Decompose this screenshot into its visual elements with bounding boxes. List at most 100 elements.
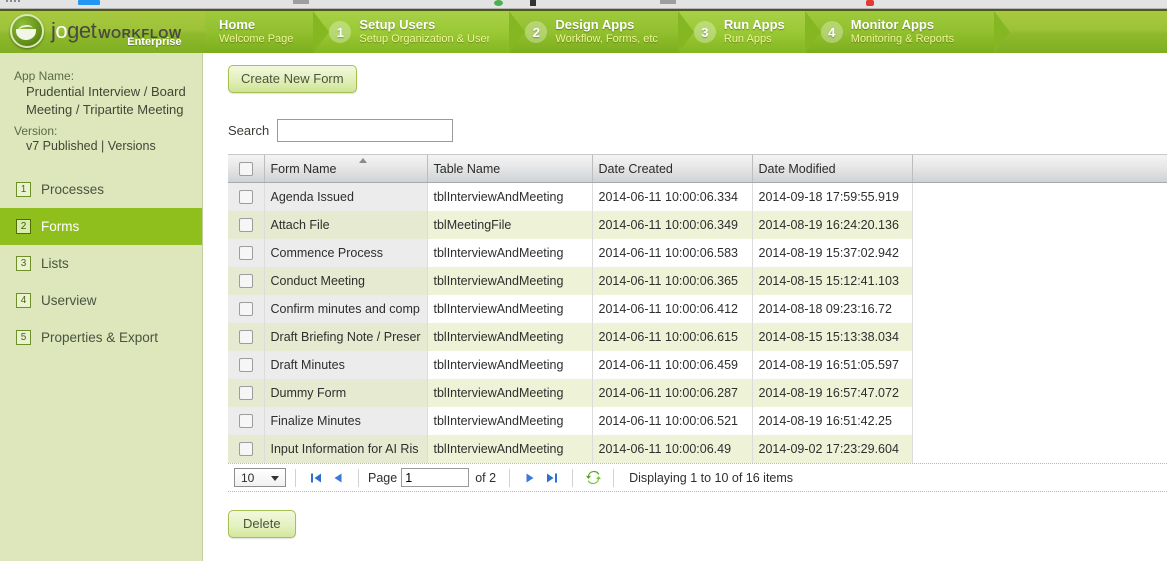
page-number-input[interactable] (401, 468, 469, 487)
table-row[interactable]: Finalize Minutes tblInterviewAndMeeting … (228, 407, 1167, 435)
cell-table-name: tblInterviewAndMeeting (427, 183, 592, 212)
row-select-cell[interactable] (228, 323, 264, 351)
row-select-cell[interactable] (228, 211, 264, 239)
cell-form-name[interactable]: Confirm minutes and comp (264, 295, 427, 323)
select-all-checkbox[interactable] (239, 162, 253, 176)
table-row[interactable]: Attach File tblMeetingFile 2014-06-11 10… (228, 211, 1167, 239)
cell-form-name[interactable]: Attach File (264, 211, 427, 239)
column-header-form-name[interactable]: Form Name (264, 155, 427, 183)
nav-step-run-apps[interactable]: 3 Run Apps Run Apps (680, 11, 805, 53)
cell-form-name[interactable]: Agenda Issued (264, 183, 427, 212)
table-row[interactable]: Commence Process tblInterviewAndMeeting … (228, 239, 1167, 267)
nav-step-monitor-apps[interactable]: 4 Monitor Apps Monitoring & Reports (807, 11, 994, 53)
row-checkbox[interactable] (239, 330, 253, 344)
nav-step-run-apps-sub: Run Apps (724, 33, 785, 46)
browser-green-icon[interactable] (494, 0, 503, 6)
sidebar-item-userview[interactable]: 4 Userview (0, 282, 202, 319)
row-checkbox[interactable] (239, 414, 253, 428)
app-root: jogetWORKFLOW Enterprise Home Welcome Pa… (0, 0, 1167, 561)
column-header-empty (912, 155, 1167, 183)
row-select-cell[interactable] (228, 183, 264, 212)
row-select-cell[interactable] (228, 379, 264, 407)
row-select-cell[interactable] (228, 407, 264, 435)
page-size-select[interactable]: 10 (234, 468, 286, 487)
select-all-header[interactable] (228, 155, 264, 183)
cell-form-name[interactable]: Finalize Minutes (264, 407, 427, 435)
cell-date-modified: 2014-08-19 16:51:05.597 (752, 351, 912, 379)
search-row: Search (228, 119, 1167, 142)
refresh-button[interactable] (584, 469, 602, 487)
previous-page-button[interactable] (329, 469, 347, 487)
row-checkbox[interactable] (239, 358, 253, 372)
row-select-cell[interactable] (228, 267, 264, 295)
create-new-form-button[interactable]: Create New Form (228, 65, 357, 93)
sidebar-item-lists[interactable]: 3 Lists (0, 245, 202, 282)
row-checkbox[interactable] (239, 302, 253, 316)
sidebar-item-processes[interactable]: 1 Processes (0, 171, 202, 208)
joget-logo[interactable]: jogetWORKFLOW Enterprise (0, 9, 205, 53)
table-row[interactable]: Input Information for AI Ris tblIntervie… (228, 435, 1167, 463)
nav-step-home-title: Home (219, 18, 293, 33)
browser-gray-icon[interactable] (293, 0, 309, 4)
delete-button[interactable]: Delete (228, 510, 296, 538)
row-checkbox[interactable] (239, 190, 253, 204)
page-size-value: 10 (241, 471, 254, 485)
column-header-form-name-label: Form Name (271, 162, 337, 176)
row-select-cell[interactable] (228, 239, 264, 267)
column-header-date-created[interactable]: Date Created (592, 155, 752, 183)
browser-tab-icon[interactable] (78, 0, 100, 5)
sort-ascending-icon (359, 158, 367, 163)
row-checkbox[interactable] (239, 386, 253, 400)
cell-form-name[interactable]: Commence Process (264, 239, 427, 267)
nav-step-setup-users[interactable]: 1 Setup Users Setup Organization & Users (315, 11, 509, 53)
sidebar-item-forms[interactable]: 2 Forms (0, 208, 202, 245)
table-row[interactable]: Agenda Issued tblInterviewAndMeeting 201… (228, 183, 1167, 212)
row-checkbox[interactable] (239, 442, 253, 456)
row-select-cell[interactable] (228, 295, 264, 323)
first-page-button[interactable] (307, 469, 325, 487)
forms-table-wrapper: Form Name Table Name Date Created Date M… (228, 154, 1167, 464)
cell-form-name[interactable]: Conduct Meeting (264, 267, 427, 295)
cell-empty (912, 211, 1167, 239)
nav-step-design-apps[interactable]: 2 Design Apps Workflow, Forms, etc (511, 11, 677, 53)
cell-date-created: 2014-06-11 10:00:06.365 (592, 267, 752, 295)
sidebar-item-userview-label: Userview (41, 293, 97, 308)
sidebar-item-lists-label: Lists (41, 256, 69, 271)
cell-form-name[interactable]: Dummy Form (264, 379, 427, 407)
cell-form-name[interactable]: Draft Briefing Note / Preser (264, 323, 427, 351)
last-page-button[interactable] (543, 469, 561, 487)
row-checkbox[interactable] (239, 274, 253, 288)
nav-step-home[interactable]: Home Welcome Page (205, 11, 313, 53)
row-select-cell[interactable] (228, 435, 264, 463)
table-row[interactable]: Confirm minutes and comp tblInterviewAnd… (228, 295, 1167, 323)
column-header-table-name[interactable]: Table Name (427, 155, 592, 183)
table-row[interactable]: Draft Briefing Note / Preser tblIntervie… (228, 323, 1167, 351)
logo-wordmark: jogetWORKFLOW Enterprise (51, 20, 182, 42)
search-input[interactable] (277, 119, 453, 142)
main-content: Create New Form Search (204, 53, 1167, 561)
sidebar-item-processes-label: Processes (41, 182, 104, 197)
browser-black-icon[interactable] (530, 0, 536, 6)
row-checkbox[interactable] (239, 218, 253, 232)
sidebar-item-properties-export[interactable]: 5 Properties & Export (0, 319, 202, 356)
row-select-cell[interactable] (228, 351, 264, 379)
next-page-button[interactable] (521, 469, 539, 487)
browser-gray-icon-2[interactable] (660, 0, 676, 4)
cell-table-name: tblInterviewAndMeeting (427, 295, 592, 323)
table-row[interactable]: Dummy Form tblInterviewAndMeeting 2014-0… (228, 379, 1167, 407)
table-row[interactable]: Draft Minutes tblInterviewAndMeeting 201… (228, 351, 1167, 379)
cell-empty (912, 267, 1167, 295)
table-row[interactable]: Conduct Meeting tblInterviewAndMeeting 2… (228, 267, 1167, 295)
cell-date-modified: 2014-08-19 16:51:42.25 (752, 407, 912, 435)
cell-date-created: 2014-06-11 10:00:06.412 (592, 295, 752, 323)
cell-empty (912, 323, 1167, 351)
version-value[interactable]: v7 Published | Versions (14, 138, 194, 155)
browser-menu-dots-icon[interactable] (6, 0, 20, 8)
cell-form-name[interactable]: Input Information for AI Ris (264, 435, 427, 463)
cell-form-name[interactable]: Draft Minutes (264, 351, 427, 379)
browser-red-icon[interactable] (866, 0, 874, 6)
column-header-date-modified[interactable]: Date Modified (752, 155, 912, 183)
cell-table-name: tblInterviewAndMeeting (427, 351, 592, 379)
row-checkbox[interactable] (239, 246, 253, 260)
cell-table-name: tblMeetingFile (427, 211, 592, 239)
